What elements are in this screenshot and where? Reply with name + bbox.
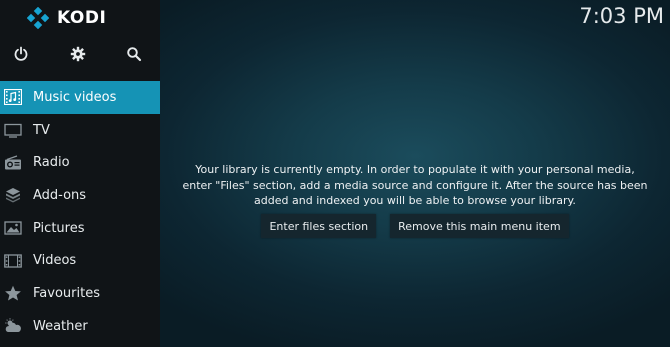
action-buttons: Enter files section Remove this main men…: [160, 214, 670, 238]
nav-label: TV: [33, 122, 50, 138]
message-line: added and indexed you will be able to br…: [254, 194, 576, 207]
nav-label: Videos: [33, 253, 77, 269]
pictures-icon: [3, 218, 23, 238]
empty-library-message: Your library is currently empty. In orde…: [170, 162, 660, 209]
addons-icon: [3, 185, 23, 205]
music-video-icon: [3, 87, 23, 107]
star-icon: [3, 283, 23, 303]
main-content: 7:03 PM Your library is currently empty.…: [160, 0, 670, 347]
nav-label: Favourites: [33, 285, 100, 301]
nav-item-addons[interactable]: Add-ons: [0, 179, 160, 212]
kodi-logo-icon: [27, 7, 49, 29]
top-icon-bar: [0, 42, 160, 66]
sidebar: KODI Music videos TV Radio Add-ons Pictu…: [0, 0, 160, 347]
nav-item-tv[interactable]: TV: [0, 114, 160, 147]
remove-menu-item-button[interactable]: Remove this main menu item: [390, 214, 569, 238]
brand-name: KODI: [57, 8, 107, 28]
nav-label: Add-ons: [33, 187, 87, 203]
nav-item-radio[interactable]: Radio: [0, 146, 160, 179]
weather-icon: [3, 316, 23, 336]
search-icon[interactable]: [122, 42, 146, 66]
nav-label: Pictures: [33, 220, 85, 236]
nav-label: Weather: [33, 318, 88, 334]
nav-item-favourites[interactable]: Favourites: [0, 277, 160, 310]
enter-files-section-button[interactable]: Enter files section: [261, 214, 377, 238]
message-line: enter "Files" section, add a media sourc…: [182, 178, 648, 192]
nav-label: Music videos: [33, 89, 117, 105]
nav-item-music-videos[interactable]: Music videos: [0, 81, 160, 114]
clock: 7:03 PM: [579, 4, 664, 28]
videos-icon: [3, 251, 23, 271]
kodi-logo: KODI: [27, 6, 106, 30]
power-icon[interactable]: [9, 42, 33, 66]
tv-icon: [3, 120, 23, 140]
nav-item-weather[interactable]: Weather: [0, 310, 160, 343]
kodi-app: KODI Music videos TV Radio Add-ons Pictu…: [0, 0, 670, 347]
main-menu: Music videos TV Radio Add-ons Pictures V…: [0, 81, 160, 343]
nav-item-videos[interactable]: Videos: [0, 244, 160, 277]
message-line: Your library is currently empty. In orde…: [195, 163, 635, 176]
nav-label: Radio: [33, 155, 70, 171]
radio-icon: [3, 153, 23, 173]
nav-item-pictures[interactable]: Pictures: [0, 212, 160, 245]
settings-icon[interactable]: [66, 42, 90, 66]
